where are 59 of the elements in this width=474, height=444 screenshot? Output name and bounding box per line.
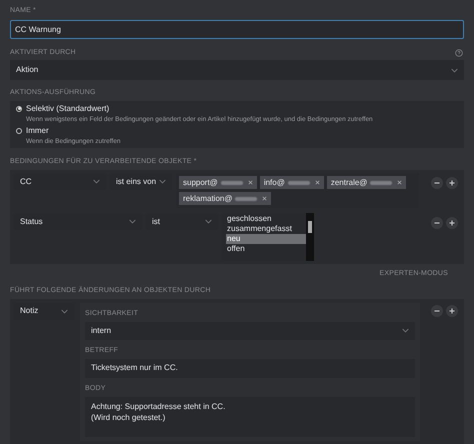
- help-icon[interactable]: [455, 49, 463, 57]
- tag[interactable]: zentrale@: [326, 176, 406, 189]
- tag[interactable]: info@: [260, 176, 324, 189]
- minus-icon: [434, 220, 440, 226]
- scrollbar[interactable]: [306, 213, 314, 261]
- plus-icon: [449, 180, 455, 186]
- close-icon[interactable]: [262, 196, 268, 201]
- redaction-mark: [235, 196, 258, 200]
- list-option[interactable]: geschlossen: [226, 214, 306, 224]
- close-icon[interactable]: [397, 180, 402, 185]
- chevron-down-icon: [451, 68, 458, 72]
- close-icon[interactable]: [248, 180, 253, 185]
- text-area[interactable]: Achtung: Supportadresse steht in CC. (Wird noch getestet.): [85, 396, 415, 436]
- list-option[interactable]: neu: [226, 234, 306, 244]
- add-button[interactable]: [446, 217, 458, 229]
- remove-button[interactable]: [431, 217, 443, 229]
- dropdown[interactable]: Aktion: [10, 60, 464, 80]
- option-label: Immer: [26, 125, 49, 136]
- radio-button[interactable]: [16, 106, 22, 112]
- chevron-down-icon: [61, 308, 68, 314]
- dropdown-value: Aktion: [16, 64, 38, 76]
- tag-text: zentrale@: [330, 176, 368, 188]
- tag-text: support@: [183, 176, 218, 188]
- tag[interactable]: reklamation@: [179, 192, 272, 205]
- tag-text: reklamation@: [183, 192, 232, 204]
- add-button[interactable]: [446, 177, 458, 189]
- body-text-line: (Wird noch getestet.): [91, 412, 166, 422]
- dropdown-value: intern: [91, 324, 112, 336]
- minus-icon: [434, 180, 440, 186]
- add-button[interactable]: [446, 304, 458, 316]
- chevron-down-icon: [205, 219, 212, 224]
- dropdown-value: Status: [20, 216, 43, 228]
- redaction-mark: [370, 180, 392, 184]
- plus-icon: [449, 220, 455, 226]
- dropdown-value: Notiz: [20, 305, 38, 317]
- remove-button[interactable]: [431, 304, 443, 316]
- text-field[interactable]: CC Warnung: [10, 20, 464, 39]
- option-label: Selektiv (Standardwert): [26, 103, 110, 114]
- list-option[interactable]: zusammengefasst: [226, 224, 306, 234]
- dropdown[interactable]: intern: [85, 322, 415, 340]
- close-icon[interactable]: [314, 180, 320, 185]
- tag[interactable]: support@: [179, 176, 257, 189]
- dropdown-value: CC: [20, 176, 32, 188]
- list-option[interactable]: offen: [226, 244, 306, 254]
- radio-button[interactable]: [16, 128, 22, 134]
- remove-button[interactable]: [431, 177, 443, 189]
- redaction-mark: [220, 180, 243, 184]
- text-field[interactable]: Ticketsystem nur im CC.: [85, 358, 415, 378]
- tag-text: info@: [264, 176, 285, 188]
- redaction-mark: [288, 180, 310, 184]
- plus-icon: [449, 308, 455, 314]
- chevron-down-icon: [93, 179, 100, 184]
- chevron-down-icon: [129, 219, 136, 224]
- body-text-line: Achtung: Supportadresse steht in CC.: [91, 400, 226, 412]
- dropdown-value: ist: [152, 216, 160, 228]
- minus-icon: [434, 308, 440, 314]
- chevron-down-icon: [402, 328, 409, 333]
- chevron-down-icon: [159, 179, 166, 184]
- dropdown-value: ist eins von: [116, 176, 156, 188]
